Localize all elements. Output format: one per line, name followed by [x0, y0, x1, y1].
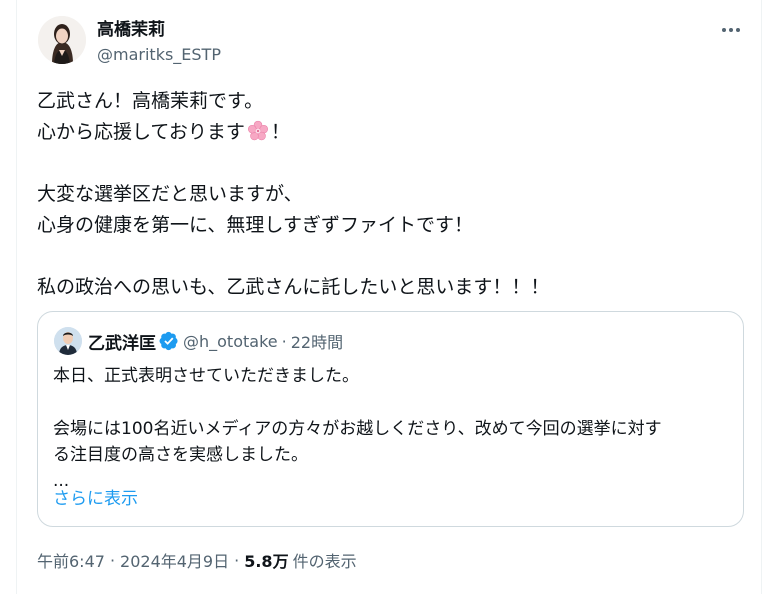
quoted-author-avatar-image [54, 327, 82, 355]
tweet-line: 大変な選挙区だと思いますが、 [37, 183, 303, 205]
quoted-ellipsis: ... [53, 471, 70, 491]
views-count[interactable]: 5.8万 [244, 548, 288, 572]
tweet-meta: 午前6:47 · 2024年4月9日 · 5.8万 件の表示 [37, 548, 357, 572]
meta-separator: · [234, 550, 240, 570]
cherry-blossom-icon [247, 120, 268, 141]
more-dot-icon [722, 28, 726, 32]
tweet-line-with-emoji: 心から応援しております ！ [37, 117, 737, 148]
show-more-link[interactable]: さらに表示 [53, 488, 138, 510]
verified-badge-icon [159, 331, 178, 351]
quoted-line: 会場には100名近いメディアの方々がお越しくださり、改めて今回の選挙に対す [53, 419, 662, 439]
quoted-tweet-header: 乙武洋匡 @h_ototake · 22時間 [88, 329, 343, 354]
more-options-button[interactable] [718, 20, 744, 40]
more-dot-icon [736, 28, 740, 32]
tweet-line: 心身の健康を第一に、無理しすぎずファイトです！ [37, 214, 474, 236]
quoted-line: る注目度の高さを実感しました。 [53, 445, 308, 465]
quoted-author-handle[interactable]: @h_ototake [183, 332, 278, 351]
tweet-line: 乙武さん！高橋茉莉です。 [37, 90, 264, 112]
quoted-tweet-time[interactable]: 22時間 [291, 329, 343, 353]
author-avatar[interactable] [38, 16, 86, 64]
quoted-line: 本日、正式表明させていただきました。 [53, 366, 359, 386]
views-label: 件の表示 [292, 552, 357, 571]
tweet-line: 私の政治への思いも、乙武さんに託したいと思います！！！ [37, 276, 550, 298]
author-display-name[interactable]: 高橋茉莉 [97, 19, 221, 41]
tweet-line-text: ！ [270, 121, 290, 143]
author-avatar-image [38, 16, 86, 64]
tweet-time[interactable]: 午前6:47 [37, 548, 105, 572]
tweet-date[interactable]: 2024年4月9日 [120, 548, 229, 572]
author-name-block: 高橋茉莉 @maritks_ESTP [97, 19, 221, 66]
tweet-line-text: 心から応援しております [37, 121, 245, 143]
quoted-header-separator: · [281, 331, 287, 351]
quoted-tweet-text: 本日、正式表明させていただきました。 会場には100名近いメディアの方々がお越し… [53, 363, 733, 494]
quoted-tweet[interactable]: 乙武洋匡 @h_ototake · 22時間 本日、正式表明させていただきました… [37, 311, 744, 527]
more-dot-icon [729, 28, 733, 32]
tweet-text: 乙武さん！高橋茉莉です。 心から応援しております ！ 大変な選挙区だと思いますが… [37, 86, 737, 303]
quoted-author-avatar[interactable] [54, 327, 82, 355]
meta-separator: · [109, 550, 116, 570]
author-handle[interactable]: @maritks_ESTP [97, 44, 221, 66]
quoted-author-display-name[interactable]: 乙武洋匡 [88, 329, 156, 354]
